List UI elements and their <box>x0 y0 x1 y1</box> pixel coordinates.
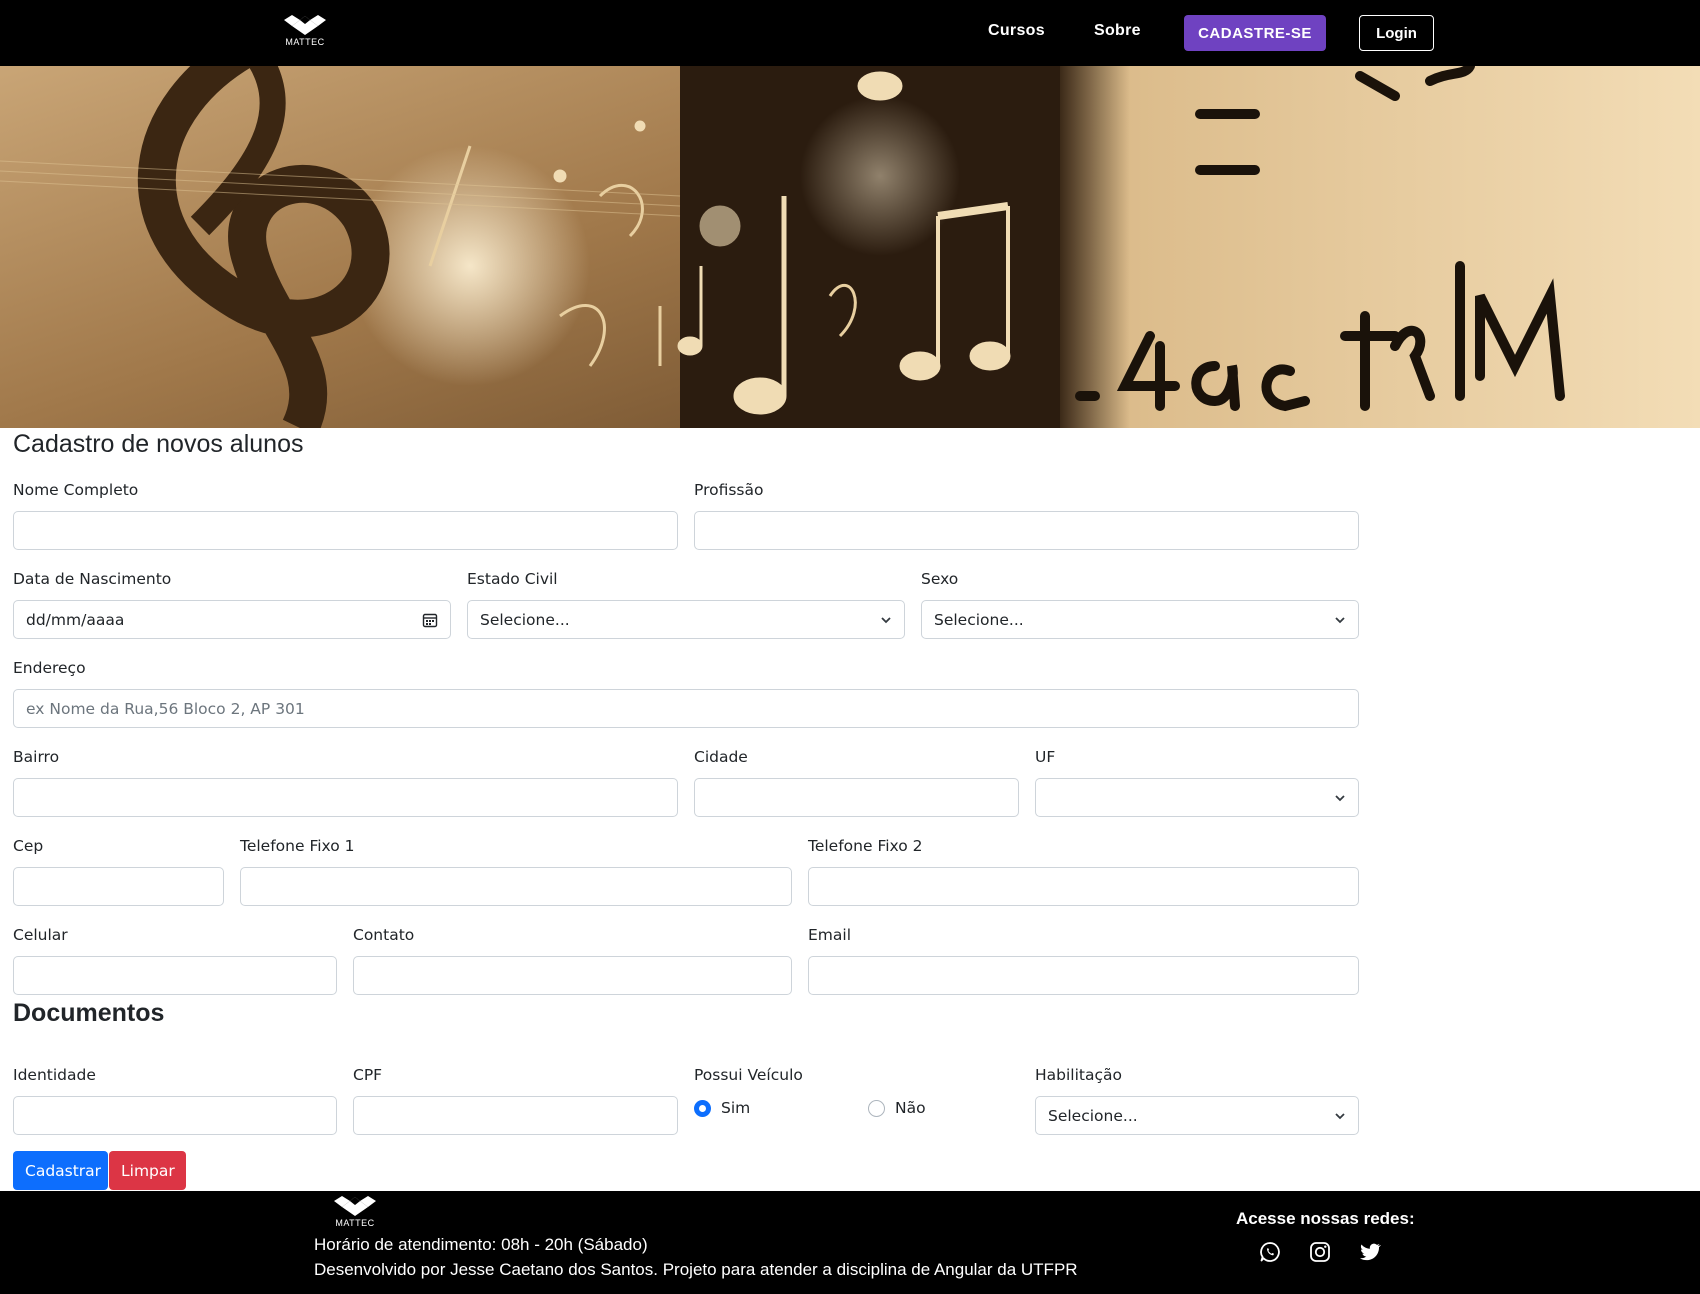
limpar-button[interactable]: Limpar <box>109 1151 186 1190</box>
veiculo-radio-sim[interactable]: Sim <box>694 1099 750 1117</box>
logo-text: MATTEC <box>285 37 325 47</box>
logo-mark-icon <box>334 1196 376 1216</box>
footer-hours: Horário de atendimento: 08h - 20h (Sábad… <box>314 1235 648 1254</box>
cidade-input[interactable] <box>694 778 1019 817</box>
chevron-down-icon <box>1335 616 1345 623</box>
veiculo-label: Possui Veículo <box>694 1066 803 1084</box>
sexo-label: Sexo <box>921 570 959 588</box>
nascimento-label: Data de Nascimento <box>13 570 172 588</box>
telefone2-input[interactable] <box>808 867 1359 906</box>
veiculo-radio-nao[interactable]: Não <box>868 1099 926 1117</box>
sexo-value: Selecione... <box>934 610 1024 629</box>
veiculo-nao-label: Não <box>895 1099 926 1117</box>
nascimento-date-input[interactable]: dd/mm/aaaa <box>13 600 451 639</box>
contato-input[interactable] <box>353 956 792 995</box>
telefone2-label: Telefone Fixo 2 <box>808 837 923 855</box>
documentos-title: Documentos <box>13 999 165 1027</box>
footer-developer: Desenvolvido por Jesse Caetano dos Santo… <box>314 1260 1078 1279</box>
signup-button[interactable]: CADASTRE-SE <box>1184 15 1326 51</box>
email-label: Email <box>808 926 852 944</box>
form-title: Cadastro de novos alunos <box>13 430 304 458</box>
uf-select[interactable] <box>1035 778 1359 817</box>
email-input[interactable] <box>808 956 1359 995</box>
bairro-label: Bairro <box>13 748 60 766</box>
footer-logo-text: MATTEC <box>335 1218 375 1228</box>
cpf-label: CPF <box>353 1066 383 1084</box>
radio-checked-icon[interactable] <box>694 1099 711 1117</box>
sexo-select[interactable]: Selecione... <box>921 600 1359 639</box>
radio-unchecked-icon[interactable] <box>868 1099 885 1117</box>
instagram-icon[interactable] <box>1308 1240 1332 1264</box>
calendar-icon[interactable] <box>422 612 438 628</box>
chevron-down-icon <box>881 616 891 623</box>
nome-input[interactable] <box>13 511 678 550</box>
identidade-label: Identidade <box>13 1066 96 1084</box>
music-math-illustration <box>0 66 1700 428</box>
celular-label: Celular <box>13 926 68 944</box>
cidade-label: Cidade <box>694 748 748 766</box>
celular-input[interactable] <box>13 956 337 995</box>
mattec-logo[interactable]: MATTEC <box>282 14 328 47</box>
estado-civil-value: Selecione... <box>480 610 570 629</box>
bairro-input[interactable] <box>13 778 678 817</box>
telefone1-label: Telefone Fixo 1 <box>240 837 355 855</box>
chevron-down-icon <box>1335 794 1345 801</box>
uf-label: UF <box>1035 748 1056 766</box>
estado-civil-select[interactable]: Selecione... <box>467 600 905 639</box>
cep-input[interactable] <box>13 867 224 906</box>
navbar: MATTEC Cursos Sobre CADASTRE-SE Login <box>0 0 1700 66</box>
cadastrar-button[interactable]: Cadastrar <box>13 1151 108 1190</box>
profissao-label: Profissão <box>694 481 764 499</box>
footer-social-title: Acesse nossas redes: <box>1236 1209 1415 1228</box>
nav-link-sobre[interactable]: Sobre <box>1094 22 1141 40</box>
login-button[interactable]: Login <box>1359 15 1434 51</box>
chevron-down-icon <box>1335 1112 1345 1119</box>
logo-mark-icon <box>284 15 326 35</box>
habilitacao-value: Selecione... <box>1048 1106 1138 1125</box>
hero-banner-image <box>0 66 1700 428</box>
footer-mattec-logo: MATTEC <box>332 1195 378 1228</box>
endereco-label: Endereço <box>13 659 86 677</box>
profissao-input[interactable] <box>694 511 1359 550</box>
nome-label: Nome Completo <box>13 481 139 499</box>
veiculo-sim-label: Sim <box>721 1099 751 1117</box>
cpf-input[interactable] <box>353 1096 678 1135</box>
habilitacao-select[interactable]: Selecione... <box>1035 1096 1359 1135</box>
nascimento-value: dd/mm/aaaa <box>26 610 125 629</box>
cep-label: Cep <box>13 837 44 855</box>
identidade-input[interactable] <box>13 1096 337 1135</box>
estado-civil-label: Estado Civil <box>467 570 558 588</box>
telefone1-input[interactable] <box>240 867 792 906</box>
twitter-icon[interactable] <box>1358 1240 1382 1264</box>
endereco-input[interactable] <box>13 689 1359 728</box>
footer: MATTEC Horário de atendimento: 08h - 20h… <box>0 1191 1700 1294</box>
contato-label: Contato <box>353 926 415 944</box>
nav-link-cursos[interactable]: Cursos <box>988 22 1045 40</box>
habilitacao-label: Habilitação <box>1035 1066 1122 1084</box>
whatsapp-icon[interactable] <box>1258 1240 1282 1264</box>
